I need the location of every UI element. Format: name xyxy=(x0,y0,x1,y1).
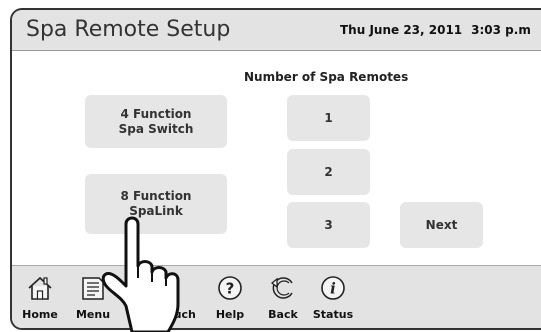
time-text: 3:03 p.m xyxy=(471,23,531,37)
next-button[interactable]: Next xyxy=(400,202,483,248)
home-icon xyxy=(28,276,52,300)
remotes-heading: Number of Spa Remotes xyxy=(244,70,409,84)
remote-count-3-button[interactable]: 3 xyxy=(287,202,370,248)
eight-function-spalink-button[interactable]: 8 Function SpaLink xyxy=(85,174,227,234)
touchscreen-panel: Spa Remote Setup Thu June 23, 2011 3:03 p… xyxy=(10,8,541,330)
nav-help[interactable]: ? Help xyxy=(202,266,258,328)
date-text: Thu June 23, 2011 xyxy=(340,23,463,37)
back-icon xyxy=(270,277,293,299)
status-icon: i xyxy=(321,276,345,300)
nav-home[interactable]: Home xyxy=(12,266,68,328)
date-time: Thu June 23, 2011 3:03 p.m xyxy=(340,23,531,37)
svg-text:?: ? xyxy=(226,280,235,298)
menu-icon xyxy=(82,277,104,300)
four-function-spa-switch-button[interactable]: 4 Function Spa Switch xyxy=(85,95,227,148)
bottom-nav: Home Menu ouch ? Help Back i Status xyxy=(12,265,541,328)
title-bar: Spa Remote Setup Thu June 23, 2011 3:03 p… xyxy=(12,10,541,51)
nav-home-label: Home xyxy=(22,308,58,321)
remote-count-2-button[interactable]: 2 xyxy=(287,149,370,195)
page-title: Spa Remote Setup xyxy=(26,17,231,42)
nav-status-label: Status xyxy=(312,308,354,321)
nav-help-label: Help xyxy=(215,308,245,321)
help-icon: ? xyxy=(218,276,242,300)
nav-back-label: Back xyxy=(268,308,298,321)
nav-status[interactable]: i Status xyxy=(305,266,361,328)
nav-menu-label: Menu xyxy=(75,308,111,321)
remote-count-1-button[interactable]: 1 xyxy=(287,95,370,141)
nav-back[interactable]: Back xyxy=(255,266,311,328)
nav-menu[interactable]: Menu xyxy=(65,266,121,328)
svg-text:i: i xyxy=(330,280,336,298)
